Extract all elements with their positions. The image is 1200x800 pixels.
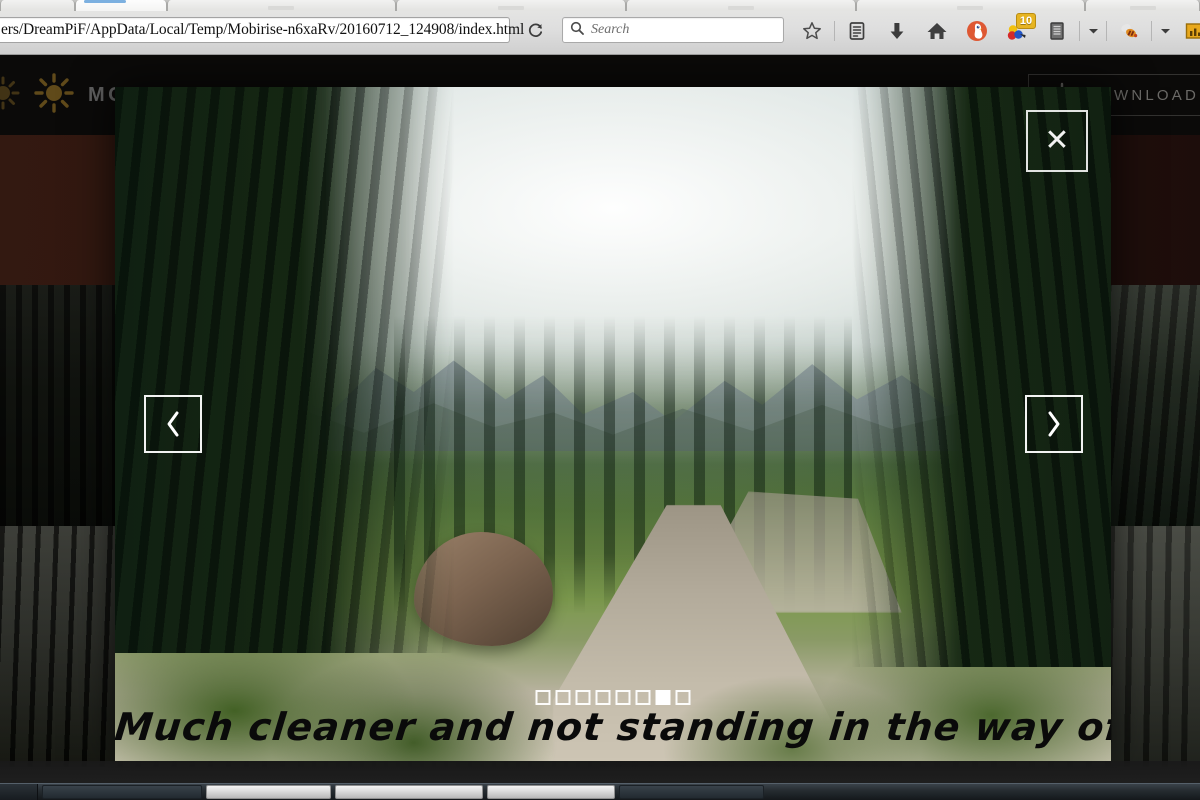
addon-badge: 10	[1016, 13, 1036, 29]
reader-view-button[interactable]	[837, 16, 877, 46]
carousel-indicators	[535, 690, 691, 705]
home-button[interactable]	[917, 16, 957, 46]
page-bottom-fade	[0, 761, 1200, 785]
tab-inner	[1129, 6, 1156, 10]
browser-tab[interactable]	[166, 0, 397, 11]
bookmark-star-button[interactable]	[792, 16, 832, 46]
browser-tab[interactable]	[855, 0, 1086, 11]
bee-icon	[1121, 24, 1138, 38]
taskbar-button[interactable]	[487, 785, 615, 799]
taskbar-button[interactable]	[335, 785, 483, 799]
tab-inner	[957, 6, 984, 10]
carousel-indicator[interactable]	[555, 690, 571, 705]
duckduckgo-button[interactable]	[957, 16, 997, 46]
lightbox-modal: ✕ Much cleaner and not standing in the w…	[115, 87, 1111, 761]
tab-inner	[498, 6, 525, 10]
browser-tab[interactable]	[625, 0, 856, 11]
screen-root: MOTORIST DOWNLOAD	[0, 0, 1200, 800]
url-bar[interactable]: ers/DreamPiF/AppData/Local/Temp/Mobirise…	[0, 17, 524, 43]
lightbox-image	[115, 87, 1111, 761]
bee-dropdown-button[interactable]	[1154, 16, 1176, 46]
reload-icon	[528, 23, 542, 37]
toolbar-separator	[834, 21, 835, 41]
addon-button[interactable]: 10	[997, 13, 1037, 46]
carousel-indicator[interactable]	[535, 690, 551, 705]
reader-icon	[849, 22, 865, 40]
browser-tab[interactable]	[74, 0, 167, 11]
tab-accent	[83, 0, 126, 3]
right-tree-mass	[852, 87, 1111, 667]
star-icon	[803, 22, 821, 40]
statistics-button[interactable]	[1176, 16, 1200, 46]
browser-tab[interactable]	[1085, 0, 1200, 11]
chevron-left-icon	[167, 411, 179, 437]
tab-inner	[268, 6, 295, 10]
tab-strip	[0, 0, 1200, 11]
close-button[interactable]: ✕	[1026, 110, 1088, 172]
downloads-button[interactable]	[877, 16, 917, 46]
download-arrow-icon	[890, 23, 904, 39]
bar-chart-icon	[1185, 23, 1200, 39]
taskbar-button[interactable]	[42, 785, 202, 799]
windows-taskbar	[0, 783, 1200, 800]
browser-tab[interactable]	[0, 0, 75, 11]
prev-button[interactable]	[144, 395, 202, 453]
carousel-indicator[interactable]	[675, 690, 691, 705]
reload-button[interactable]	[520, 17, 550, 43]
home-icon	[927, 23, 947, 39]
carousel-indicator[interactable]	[635, 690, 651, 705]
bee-addon-button[interactable]	[1109, 16, 1149, 46]
browser-chrome: ers/DreamPiF/AppData/Local/Temp/Mobirise…	[0, 0, 1200, 55]
close-icon: ✕	[1044, 123, 1070, 158]
clipboard-icon	[1050, 22, 1064, 40]
tab-inner	[727, 6, 754, 10]
toolbar-separator	[1151, 21, 1152, 41]
carousel-indicator[interactable]	[615, 690, 631, 705]
chevron-down-icon	[1088, 29, 1098, 34]
toolbar-separator	[1106, 21, 1107, 41]
duckduckgo-icon	[967, 21, 987, 41]
search-icon	[570, 21, 584, 40]
clipboard-button[interactable]	[1037, 16, 1077, 46]
url-text: ers/DreamPiF/AppData/Local/Temp/Mobirise…	[1, 21, 525, 38]
carousel-indicator[interactable]	[655, 690, 671, 705]
search-input[interactable]: Search	[591, 22, 629, 38]
toolbar-separator	[1079, 21, 1080, 41]
left-tree-mass	[115, 87, 454, 654]
carousel-indicator[interactable]	[575, 690, 591, 705]
next-button[interactable]	[1025, 395, 1083, 453]
carousel-indicator[interactable]	[595, 690, 611, 705]
search-bar[interactable]: Search	[562, 17, 784, 43]
taskbar-button[interactable]	[206, 785, 331, 799]
chevron-right-icon	[1048, 411, 1060, 437]
lightbox-caption: Much cleaner and not standing in the way…	[115, 705, 1111, 749]
browser-tab[interactable]	[396, 0, 626, 11]
clipboard-dropdown-button[interactable]	[1082, 16, 1104, 46]
taskbar-button[interactable]	[619, 785, 764, 799]
start-button[interactable]	[0, 784, 38, 800]
navigation-row: ers/DreamPiF/AppData/Local/Temp/Mobirise…	[0, 11, 1200, 55]
toolbar-icons: 10	[792, 13, 1200, 46]
chevron-down-icon	[1160, 29, 1170, 34]
